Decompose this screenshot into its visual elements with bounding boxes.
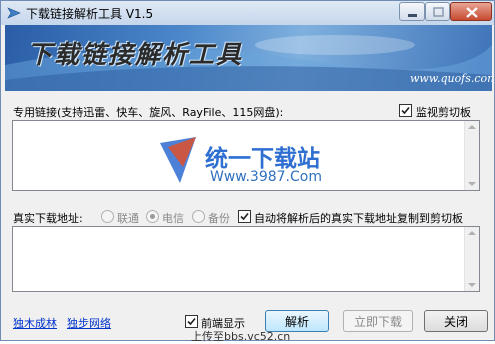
radio-unicom[interactable] xyxy=(101,210,114,223)
real-address-output[interactable] xyxy=(12,226,480,292)
close-icon xyxy=(466,7,478,18)
radio-selected-dot xyxy=(150,214,155,219)
scroll-down-icon[interactable] xyxy=(468,283,476,287)
scroll-down-icon[interactable] xyxy=(468,182,476,186)
auto-copy-checkbox[interactable] xyxy=(238,210,251,223)
front-display-checkbox[interactable] xyxy=(185,315,198,328)
output-scrollbar[interactable] xyxy=(464,227,479,291)
links-scrollbar[interactable] xyxy=(464,121,479,190)
banner-site: www.quofs.com xyxy=(410,72,492,85)
upload-watermark: 上传至bbs.vc52.cn xyxy=(191,330,291,343)
close-window-button[interactable] xyxy=(450,2,492,21)
minimize-button[interactable] xyxy=(399,2,425,21)
footer-link-dumu[interactable]: 独木成林 xyxy=(13,315,57,331)
radio-telecom[interactable] xyxy=(146,210,159,223)
monitor-clipboard-checkbox[interactable] xyxy=(399,104,412,117)
scroll-up-icon[interactable] xyxy=(468,125,476,129)
close-button[interactable]: 关闭 xyxy=(424,310,488,332)
maximize-icon xyxy=(433,7,444,17)
app-window: 下载链接解析工具 V1.5 下载链接解析工具 www.quofs.com 专用链… xyxy=(0,0,495,343)
title-bar[interactable]: 下载链接解析工具 V1.5 xyxy=(1,1,494,25)
download-now-button[interactable]: 立即下载 xyxy=(343,310,413,332)
watermark-title: 统一下载站 xyxy=(205,146,320,172)
footer-link-dubu[interactable]: 独步网络 xyxy=(67,315,111,331)
minimize-icon xyxy=(408,14,417,17)
site-watermark: 统一下载站 Www.3987.Com xyxy=(158,137,348,187)
radio-backup[interactable] xyxy=(192,210,205,223)
check-icon xyxy=(187,317,196,326)
watermark-logo-icon xyxy=(160,137,196,183)
watermark-url: Www.3987.Com xyxy=(210,169,322,185)
check-icon xyxy=(240,212,249,221)
scroll-up-icon[interactable] xyxy=(468,231,476,235)
radio-unicom-label: 联通 xyxy=(117,212,139,225)
links-label: 专用链接(支持迅雷、快车、旋风、RayFile、115网盘): xyxy=(13,106,284,119)
app-icon xyxy=(7,7,21,19)
monitor-clipboard-label: 监视剪切板 xyxy=(416,106,471,119)
radio-backup-label: 备份 xyxy=(208,212,230,225)
auto-copy-label: 自动将解析后的真实下载地址复制到剪切板 xyxy=(254,212,463,225)
real-address-label: 真实下载地址: xyxy=(13,212,83,225)
maximize-button[interactable] xyxy=(425,2,450,21)
check-icon xyxy=(401,106,410,115)
banner-title: 下载链接解析工具 xyxy=(27,40,244,69)
banner: 下载链接解析工具 www.quofs.com xyxy=(5,25,492,91)
window-title: 下载链接解析工具 V1.5 xyxy=(26,7,154,21)
radio-telecom-label: 电信 xyxy=(162,212,184,225)
